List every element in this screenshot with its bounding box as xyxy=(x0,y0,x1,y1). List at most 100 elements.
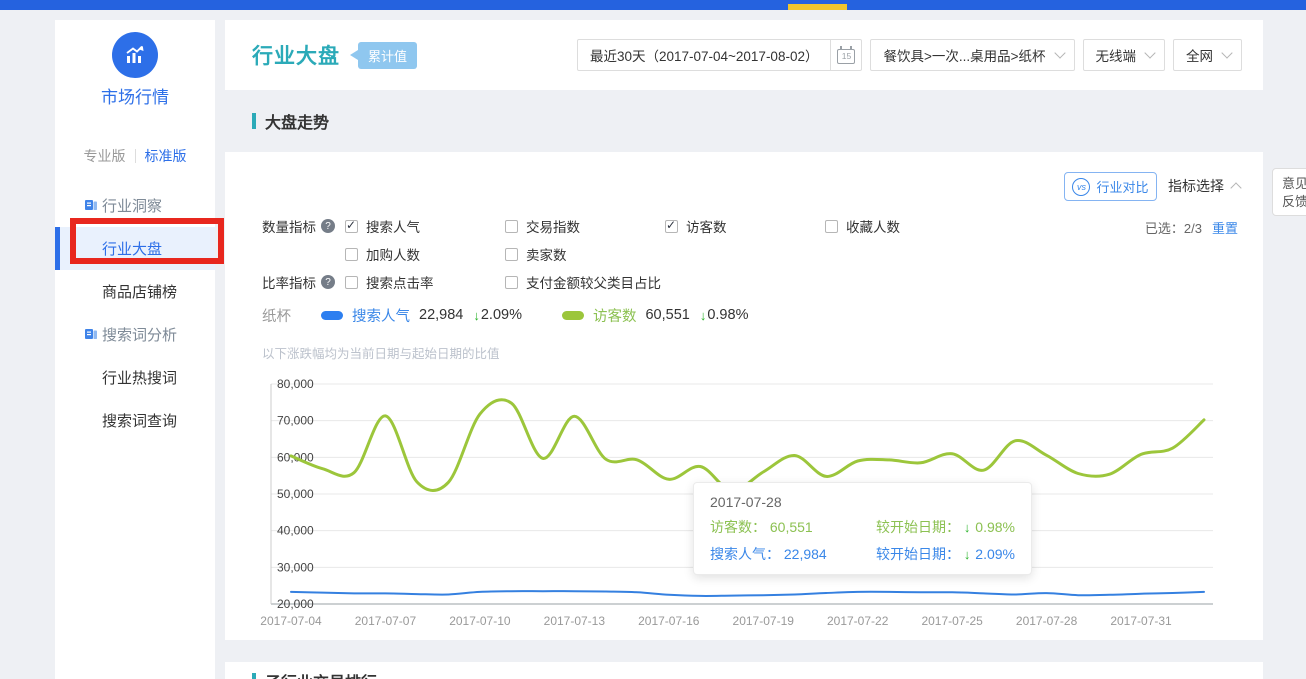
series-line-visitors xyxy=(291,400,1204,491)
indicator-checkbox-1-0[interactable]: 加购人数 xyxy=(345,244,420,264)
tooltip-compare: 较开始日期： ↓ 2.09% xyxy=(876,544,1015,564)
series-line-search xyxy=(291,591,1204,596)
sidebar-item-4[interactable]: 行业热搜词 xyxy=(55,356,215,399)
industry-compare-button[interactable]: vs 行业对比 xyxy=(1064,172,1157,201)
category-text: 餐饮具>一次...桌用品>纸杯 xyxy=(871,45,1057,65)
tooltip-change: 0.98% xyxy=(971,519,1015,535)
indicator-checkbox-2-1[interactable]: 支付金额较父类目占比 xyxy=(505,272,661,292)
indicator-checkbox-0-0[interactable]: 搜索人气 xyxy=(345,216,420,236)
sidebar-item-label: 商品店铺榜 xyxy=(102,281,177,302)
reset-link[interactable]: 重置 xyxy=(1212,221,1238,236)
app-title: 市场行情 xyxy=(55,83,215,108)
checkbox-checked[interactable] xyxy=(665,220,678,233)
checkbox[interactable] xyxy=(505,276,518,289)
legend-series-change: 2.09% xyxy=(481,307,522,323)
book-icon xyxy=(84,327,98,345)
indicator-group-label-text: 比率指标 xyxy=(262,272,316,292)
checkbox[interactable] xyxy=(505,248,518,261)
x-axis-label: 2017-07-10 xyxy=(449,614,511,628)
sidebar-tab-standard[interactable]: 标准版 xyxy=(145,146,187,166)
checkbox[interactable] xyxy=(505,220,518,233)
checkbox-label: 交易指数 xyxy=(526,216,580,236)
page-header: 行业大盘 累计值 最近30天（2017-07-04~2017-08-02） 15… xyxy=(225,20,1263,90)
scope-dropdown[interactable]: 全网 xyxy=(1173,39,1242,71)
indicator-select-toggle[interactable]: 指标选择 xyxy=(1168,176,1240,196)
down-arrow-icon: ↓ xyxy=(964,520,971,535)
sidebar-tab-pro[interactable]: 专业版 xyxy=(84,146,126,166)
section-accent-bar xyxy=(252,113,256,129)
checkbox-label: 加购人数 xyxy=(366,244,420,264)
trend-panel: vs 行业对比 指标选择 数量指标? 搜索人气 交易指数 访客数 收藏人数加购人数 卖家数… xyxy=(225,152,1263,640)
indicator-group-label-text: 数量指标 xyxy=(262,216,316,236)
x-axis-label: 2017-07-25 xyxy=(921,614,983,628)
indicator-group-label: 数量指标? xyxy=(262,216,335,236)
scope-text: 全网 xyxy=(1174,45,1225,65)
checkbox[interactable] xyxy=(345,248,358,261)
x-axis-label: 2017-07-31 xyxy=(1110,614,1172,628)
cumulative-badge: 累计值 xyxy=(350,42,417,69)
calendar-icon: 15 xyxy=(837,49,855,64)
checkbox-checked[interactable] xyxy=(345,220,358,233)
help-icon[interactable]: ? xyxy=(321,275,335,289)
date-range-text: 最近30天（2017-07-04~2017-08-02） xyxy=(578,45,831,65)
checkbox-label: 支付金额较父类目占比 xyxy=(526,272,661,292)
help-icon[interactable]: ? xyxy=(321,219,335,233)
calendar-button[interactable]: 15 xyxy=(830,40,861,70)
legend-entry-0[interactable]: 搜索人气22,984↓2.09% xyxy=(321,305,522,326)
y-axis-label: 40,000 xyxy=(277,524,314,538)
y-axis-label: 50,000 xyxy=(277,487,314,501)
legend-series-change: 0.98% xyxy=(707,307,748,323)
y-axis-label: 80,000 xyxy=(277,377,314,391)
page-title: 行业大盘 xyxy=(252,40,340,70)
indicator-checkbox-2-0[interactable]: 搜索点击率 xyxy=(345,272,434,292)
tooltip-series-value: 访客数： 60,551 xyxy=(710,517,813,537)
sidebar-item-label: 搜索词分析 xyxy=(102,324,177,345)
legend-series-name: 搜索人气 xyxy=(352,305,410,326)
checkbox-label: 搜索人气 xyxy=(366,216,420,236)
top-nav-bar xyxy=(0,0,1306,10)
market-chart-icon xyxy=(112,32,158,78)
feedback-button[interactable]: 意见 反馈 xyxy=(1272,168,1306,216)
chevron-up-icon xyxy=(1230,182,1241,193)
legend-entry-1[interactable]: 访客数60,551↓0.98% xyxy=(562,305,748,326)
section-title-ranking: 子行业交易排行 xyxy=(252,669,377,679)
legend-series-value: 60,551 xyxy=(645,307,689,323)
checkbox-label: 卖家数 xyxy=(526,244,567,264)
annotation-highlight-box xyxy=(70,218,224,264)
tooltip-date: 2017-07-28 xyxy=(710,494,1015,510)
legend-pill xyxy=(562,311,584,320)
x-axis-label: 2017-07-07 xyxy=(355,614,417,628)
indicator-group-label: 比率指标? xyxy=(262,272,335,292)
section-accent-bar xyxy=(252,673,256,679)
sidebar-item-label: 行业热搜词 xyxy=(102,367,177,388)
tab-divider xyxy=(135,149,136,163)
checkbox-label: 收藏人数 xyxy=(846,216,900,236)
down-arrow-icon: ↓ xyxy=(473,308,480,323)
checkbox-label: 搜索点击率 xyxy=(366,272,434,292)
tooltip-row: 搜索人气： 22,984较开始日期： ↓ 2.09% xyxy=(710,544,1015,564)
sidebar-item-label: 搜索词查询 xyxy=(102,410,177,431)
badge-arrow xyxy=(350,50,358,60)
x-axis-label: 2017-07-28 xyxy=(1016,614,1078,628)
tooltip-row: 访客数： 60,551较开始日期： ↓ 0.98% xyxy=(710,517,1015,537)
legend-pill xyxy=(321,311,343,320)
sidebar-item-2[interactable]: 商品店铺榜 xyxy=(55,270,215,313)
tooltip-compare-label: 较开始日期： xyxy=(876,546,964,562)
date-range-button[interactable]: 最近30天（2017-07-04~2017-08-02） 15 xyxy=(577,39,863,71)
legend-note: 以下涨跌幅均为当前日期与起始日期的比值 xyxy=(262,343,500,362)
indicator-checkbox-0-1[interactable]: 交易指数 xyxy=(505,216,580,236)
indicator-checkbox-0-2[interactable]: 访客数 xyxy=(665,216,727,236)
y-axis-label: 20,000 xyxy=(277,597,314,611)
sidebar: 市场行情 专业版标准版 行业洞察行业大盘商品店铺榜搜索词分析行业热搜词搜索词查询 xyxy=(55,20,215,679)
sidebar-item-5[interactable]: 搜索词查询 xyxy=(55,399,215,442)
terminal-dropdown[interactable]: 无线端 xyxy=(1083,39,1166,71)
book-icon xyxy=(84,198,98,216)
sidebar-item-3[interactable]: 搜索词分析 xyxy=(55,313,215,356)
indicator-checkbox-1-1[interactable]: 卖家数 xyxy=(505,244,567,264)
indicator-checkbox-0-3[interactable]: 收藏人数 xyxy=(825,216,900,236)
selected-count: 已选：2/3重置 xyxy=(1145,218,1238,237)
checkbox[interactable] xyxy=(825,220,838,233)
checkbox[interactable] xyxy=(345,276,358,289)
category-dropdown[interactable]: 餐饮具>一次...桌用品>纸杯 xyxy=(870,39,1074,71)
down-arrow-icon: ↓ xyxy=(700,308,707,323)
